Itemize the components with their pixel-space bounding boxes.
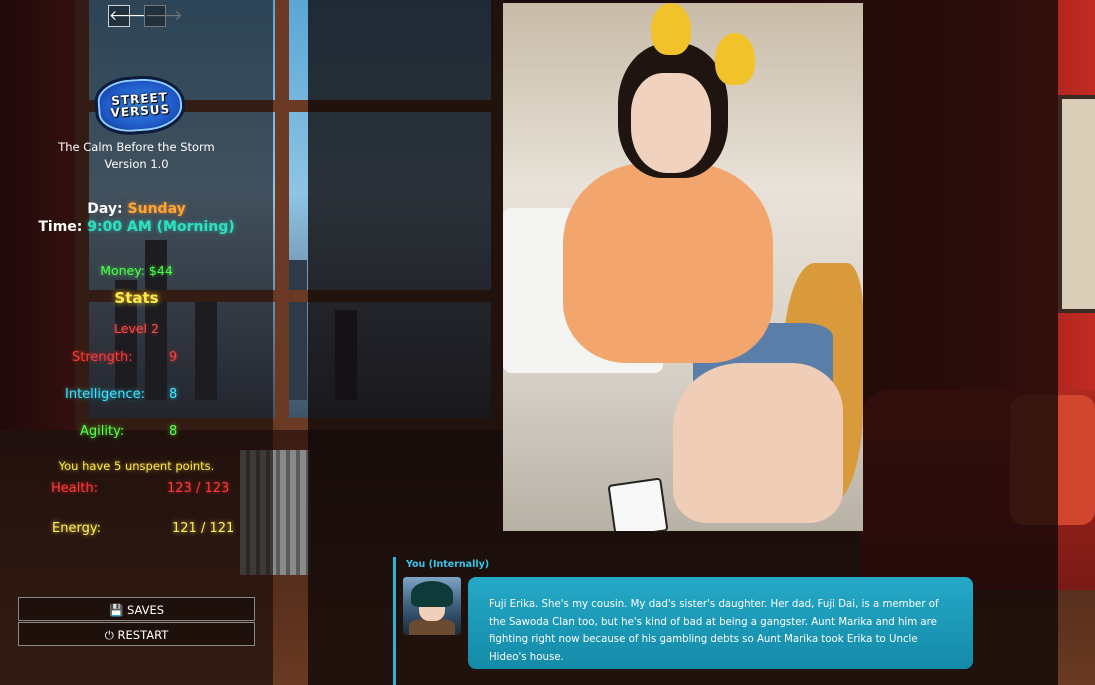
game-title: The Calm Before the Storm — [58, 140, 215, 154]
image-face — [631, 73, 711, 173]
arrow-left-icon: 🡐 — [109, 8, 147, 24]
agility-label: Agility: — [80, 424, 125, 439]
back-button[interactable]: 🡐 — [108, 5, 147, 27]
dialogue-bubble[interactable]: Fuji Erika. She's my cousin. My dad's si… — [468, 577, 973, 669]
day-label: Day: — [87, 201, 123, 217]
dialogue-text: Fuji Erika. She's my cousin. My dad's si… — [489, 599, 939, 663]
energy-value: 121 / 121 — [172, 521, 235, 536]
day-value: Sunday — [127, 201, 186, 217]
speaker-avatar — [403, 577, 461, 635]
time-label: Time: — [38, 219, 83, 235]
restart-button[interactable]: ⏻ RESTART — [18, 622, 255, 646]
health-label: Health: — [51, 481, 99, 496]
character-image — [503, 3, 863, 531]
speaker-name: You (Internally) — [406, 559, 490, 570]
avatar-body — [409, 619, 455, 635]
saves-label: SAVES — [126, 603, 165, 617]
time-display: Time: 9:00 AM (Morning) — [0, 219, 273, 235]
image-legs — [673, 363, 843, 523]
stats-header: Stats — [114, 289, 159, 307]
logo-text-line2: VERSUS — [110, 101, 171, 121]
restart-label: RESTART — [117, 628, 169, 642]
sidebar: 🡐 🡒 STREET VERSUS The Calm Before the St… — [0, 0, 273, 685]
unspent-points: You have 5 unspent points. — [58, 459, 215, 473]
energy-label: Energy: — [52, 521, 101, 536]
avatar-hair — [411, 581, 453, 607]
floppy-disk-icon: 💾 — [108, 603, 124, 617]
image-phone — [607, 477, 669, 531]
image-cat-ear — [715, 33, 755, 85]
health-value: 123 / 123 — [167, 481, 230, 496]
window-frame — [275, 0, 289, 430]
forward-button[interactable]: 🡒 — [144, 5, 183, 27]
intelligence-value: 8 — [169, 387, 178, 402]
agility-value: 8 — [169, 424, 178, 439]
power-icon: ⏻ — [104, 628, 114, 642]
arrow-right-icon: 🡒 — [145, 8, 183, 24]
money-display: Money: $44 — [100, 263, 173, 278]
background-picture-frame — [1058, 95, 1095, 313]
level-display: Level 2 — [114, 321, 159, 336]
dialogue-divider — [393, 557, 396, 685]
game-logo: STREET VERSUS — [93, 72, 187, 138]
day-display: Day: Sunday — [0, 201, 273, 217]
saves-button[interactable]: 💾 SAVES — [18, 597, 255, 621]
game-version: Version 1.0 — [104, 157, 169, 171]
image-sweater — [563, 163, 773, 363]
time-value: 9:00 AM (Morning) — [87, 219, 235, 235]
strength-label: Strength: — [72, 350, 133, 365]
intelligence-label: Intelligence: — [65, 387, 146, 402]
strength-value: 9 — [169, 350, 178, 365]
image-cat-ear — [651, 3, 691, 55]
